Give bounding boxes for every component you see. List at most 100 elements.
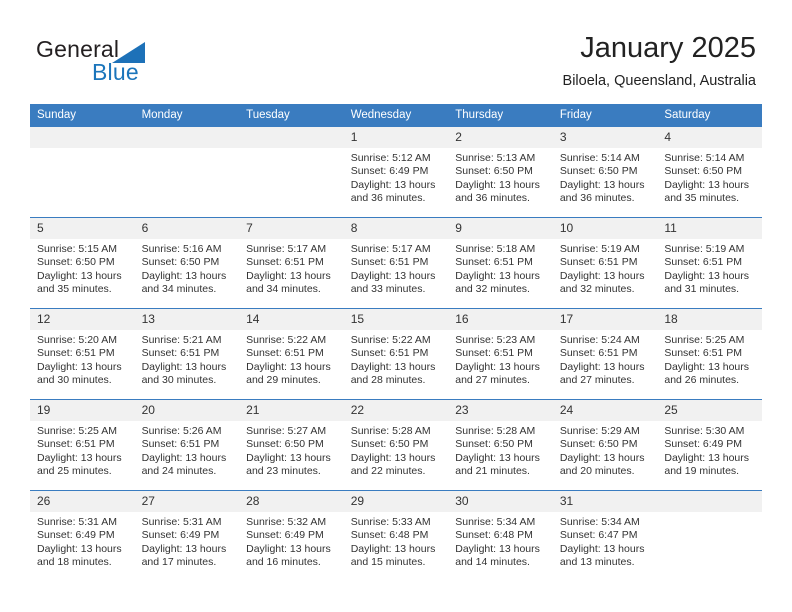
calendar-day-cell[interactable]: 12 Sunrise: 5:20 AM Sunset: 6:51 PM Dayligh…: [30, 308, 135, 400]
calendar-day-cell[interactable]: 26 Sunrise: 5:31 AM Sunset: 6:49 PM Dayligh…: [30, 490, 135, 581]
sunrise-text: Sunrise: 5:14 AM: [559, 152, 640, 164]
calendar-day-cell[interactable]: 21 Sunrise: 5:27 AM Sunset: 6:50 PM Dayligh…: [239, 399, 344, 491]
daylight-text-line1: Daylight: 13 hours: [246, 360, 331, 373]
calendar-day-cell[interactable]: 1 Sunrise: 5:12 AM Sunset: 6:49 PM Daylight…: [343, 127, 449, 218]
calendar-day-cell[interactable]: 29 Sunrise: 5:33 AM Sunset: 6:48 PM Dayligh…: [343, 490, 449, 581]
sunrise-text: Sunrise: 5:21 AM: [141, 334, 222, 346]
day-number: 12: [30, 309, 135, 330]
day-sun-info: Sunrise: 5:13 AM Sunset: 6:50 PM Daylight:…: [448, 148, 553, 206]
calendar-day-cell[interactable]: 3 Sunrise: 5:14 AM Sunset: 6:50 PM Daylight…: [552, 127, 658, 218]
calendar-day-cell[interactable]: [134, 127, 240, 218]
day-number: [134, 127, 240, 148]
calendar-day-cell[interactable]: 2 Sunrise: 5:13 AM Sunset: 6:50 PM Daylight…: [448, 127, 553, 218]
sunset-text: Sunset: 6:48 PM: [350, 529, 429, 542]
calendar-day-cell[interactable]: 6 Sunrise: 5:16 AM Sunset: 6:50 PM Daylight…: [134, 217, 240, 309]
day-number: 10: [552, 218, 658, 239]
daylight-text-line2: and 25 minutes.: [37, 465, 112, 478]
page-header: General Blue January 2025 Biloela, Queen…: [0, 0, 792, 100]
calendar-day-cell[interactable]: 28 Sunrise: 5:32 AM Sunset: 6:49 PM Dayligh…: [239, 490, 344, 581]
day-number: [657, 491, 762, 512]
calendar-day-cell[interactable]: 22 Sunrise: 5:28 AM Sunset: 6:50 PM Dayligh…: [343, 399, 449, 491]
sunrise-text: Sunrise: 5:19 AM: [664, 243, 745, 255]
daylight-text-line2: and 28 minutes.: [350, 374, 426, 387]
calendar-day-cell[interactable]: 9 Sunrise: 5:18 AM Sunset: 6:51 PM Daylight…: [448, 217, 553, 309]
calendar-day-cell[interactable]: 7 Sunrise: 5:17 AM Sunset: 6:51 PM Daylight…: [239, 217, 344, 309]
calendar-day-cell[interactable]: 31 Sunrise: 5:34 AM Sunset: 6:47 PM Dayligh…: [552, 490, 658, 581]
weekday-header-tuesday: Tuesday: [239, 104, 344, 127]
weekday-header-monday: Monday: [134, 104, 240, 127]
sunset-text: Sunset: 6:51 PM: [246, 347, 324, 360]
daylight-text-line2: and 35 minutes.: [37, 283, 112, 296]
calendar-day-cell[interactable]: 16 Sunrise: 5:23 AM Sunset: 6:51 PM Dayligh…: [448, 308, 553, 400]
sunrise-text: Sunrise: 5:18 AM: [455, 243, 536, 255]
calendar-day-cell[interactable]: 4 Sunrise: 5:14 AM Sunset: 6:50 PM Daylight…: [657, 127, 762, 218]
daylight-text-line1: Daylight: 13 hours: [141, 542, 227, 555]
calendar-day-cell[interactable]: 25 Sunrise: 5:30 AM Sunset: 6:49 PM Dayligh…: [657, 399, 762, 491]
sunset-text: Sunset: 6:49 PM: [246, 529, 324, 542]
sunrise-text: Sunrise: 5:25 AM: [37, 425, 117, 437]
calendar-grid: Sunday Monday Tuesday Wednesday Thursday…: [30, 104, 762, 581]
day-sun-info: Sunrise: 5:33 AM Sunset: 6:48 PM Daylight:…: [344, 512, 449, 570]
daylight-text-line1: Daylight: 13 hours: [141, 451, 227, 464]
brand-logo[interactable]: General Blue: [36, 36, 256, 86]
calendar-day-cell[interactable]: 15 Sunrise: 5:22 AM Sunset: 6:51 PM Dayligh…: [343, 308, 449, 400]
calendar-day-cell[interactable]: [30, 127, 135, 218]
sunset-text: Sunset: 6:51 PM: [141, 438, 220, 451]
calendar-day-cell[interactable]: [239, 127, 344, 218]
sunset-text: Sunset: 6:50 PM: [455, 438, 533, 451]
calendar-day-cell[interactable]: 19 Sunrise: 5:25 AM Sunset: 6:51 PM Dayligh…: [30, 399, 135, 491]
calendar-day-cell[interactable]: 8 Sunrise: 5:17 AM Sunset: 6:51 PM Daylight…: [343, 217, 449, 309]
day-cell-content: 12 Sunrise: 5:20 AM Sunset: 6:51 PM Dayligh…: [30, 309, 135, 399]
day-sun-info: Sunrise: 5:27 AM Sunset: 6:50 PM Daylight:…: [239, 421, 344, 479]
sunrise-text: Sunrise: 5:15 AM: [37, 243, 117, 255]
calendar-day-cell[interactable]: 17 Sunrise: 5:24 AM Sunset: 6:51 PM Dayligh…: [552, 308, 658, 400]
calendar-day-cell[interactable]: 30 Sunrise: 5:34 AM Sunset: 6:48 PM Dayligh…: [448, 490, 553, 581]
weekday-header-wednesday: Wednesday: [343, 104, 449, 127]
sunset-text: Sunset: 6:51 PM: [559, 256, 638, 269]
day-sun-info: Sunrise: 5:18 AM Sunset: 6:51 PM Daylight:…: [448, 239, 553, 297]
calendar-header-row: Sunday Monday Tuesday Wednesday Thursday…: [30, 104, 762, 127]
day-sun-info: Sunrise: 5:26 AM Sunset: 6:51 PM Daylight:…: [135, 421, 240, 479]
calendar-day-cell[interactable]: [657, 490, 762, 581]
calendar-day-cell[interactable]: 20 Sunrise: 5:26 AM Sunset: 6:51 PM Dayligh…: [134, 399, 240, 491]
sunrise-text: Sunrise: 5:24 AM: [559, 334, 640, 346]
daylight-text-line1: Daylight: 13 hours: [455, 269, 540, 282]
calendar-day-cell[interactable]: 14 Sunrise: 5:22 AM Sunset: 6:51 PM Dayligh…: [239, 308, 344, 400]
sunrise-text: Sunrise: 5:33 AM: [350, 516, 431, 528]
day-cell-content: 2 Sunrise: 5:13 AM Sunset: 6:50 PM Daylight…: [448, 127, 553, 217]
daylight-text-line2: and 34 minutes.: [141, 283, 217, 296]
day-number: 29: [343, 491, 449, 512]
calendar-day-cell[interactable]: 23 Sunrise: 5:28 AM Sunset: 6:50 PM Dayligh…: [448, 399, 553, 491]
calendar-day-cell[interactable]: 18 Sunrise: 5:25 AM Sunset: 6:51 PM Dayligh…: [657, 308, 762, 400]
daylight-text-line2: and 36 minutes.: [455, 192, 530, 205]
sunrise-text: Sunrise: 5:12 AM: [350, 152, 431, 164]
title-block: January 2025 Biloela, Queensland, Austra…: [563, 30, 756, 92]
day-number: 24: [552, 400, 658, 421]
daylight-text-line1: Daylight: 13 hours: [350, 178, 436, 191]
day-sun-info: Sunrise: 5:28 AM Sunset: 6:50 PM Daylight:…: [344, 421, 449, 479]
calendar-day-cell[interactable]: 5 Sunrise: 5:15 AM Sunset: 6:50 PM Daylight…: [30, 217, 135, 309]
day-sun-info: Sunrise: 5:30 AM Sunset: 6:49 PM Daylight:…: [657, 421, 762, 479]
calendar-day-cell[interactable]: 27 Sunrise: 5:31 AM Sunset: 6:49 PM Dayligh…: [134, 490, 240, 581]
calendar-day-cell[interactable]: 13 Sunrise: 5:21 AM Sunset: 6:51 PM Dayligh…: [134, 308, 240, 400]
sunrise-text: Sunrise: 5:26 AM: [141, 425, 222, 437]
day-cell-content: 24 Sunrise: 5:29 AM Sunset: 6:50 PM Dayligh…: [552, 400, 658, 490]
day-sun-info: Sunrise: 5:14 AM Sunset: 6:50 PM Daylight:…: [553, 148, 658, 206]
sunrise-text: Sunrise: 5:28 AM: [455, 425, 536, 437]
calendar-day-cell[interactable]: 11 Sunrise: 5:19 AM Sunset: 6:51 PM Dayligh…: [657, 217, 762, 309]
weekday-header-saturday: Saturday: [657, 104, 762, 127]
day-cell-content: [239, 127, 344, 217]
daylight-text-line2: and 36 minutes.: [350, 192, 426, 205]
calendar-day-cell[interactable]: 10 Sunrise: 5:19 AM Sunset: 6:51 PM Dayligh…: [552, 217, 658, 309]
day-number: 28: [239, 491, 344, 512]
day-number: 13: [134, 309, 240, 330]
sunrise-text: Sunrise: 5:34 AM: [455, 516, 536, 528]
calendar-day-cell[interactable]: 24 Sunrise: 5:29 AM Sunset: 6:50 PM Dayligh…: [552, 399, 658, 491]
day-sun-info: Sunrise: 5:19 AM Sunset: 6:51 PM Daylight:…: [657, 239, 762, 297]
day-cell-content: 9 Sunrise: 5:18 AM Sunset: 6:51 PM Daylight…: [448, 218, 553, 308]
daylight-text-line1: Daylight: 13 hours: [559, 451, 645, 464]
day-cell-content: 7 Sunrise: 5:17 AM Sunset: 6:51 PM Daylight…: [239, 218, 344, 308]
day-sun-info: Sunrise: 5:29 AM Sunset: 6:50 PM Daylight:…: [553, 421, 658, 479]
day-number: [239, 127, 344, 148]
day-cell-content: 29 Sunrise: 5:33 AM Sunset: 6:48 PM Dayligh…: [343, 491, 449, 581]
